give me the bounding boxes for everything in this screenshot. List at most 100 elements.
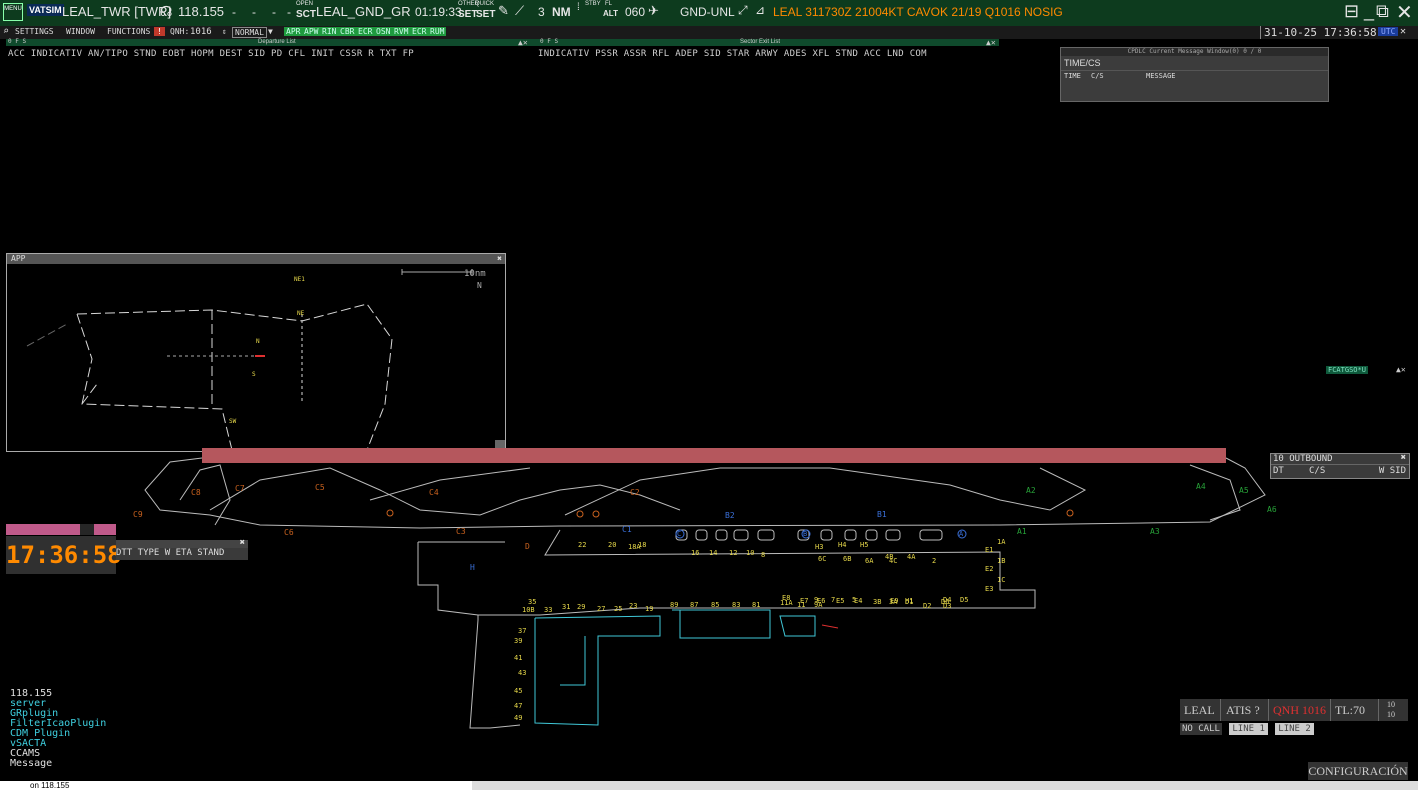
stand-41: 41 (514, 654, 523, 662)
callsign-label[interactable]: LEAL_TWR [TWR] (62, 4, 171, 19)
dash-3[interactable]: - (272, 5, 276, 19)
toolbar-button-7[interactable]: RVM (392, 27, 411, 36)
minimize-icon[interactable]: ⊟ (1344, 1, 1359, 22)
stand-e6: E6 (817, 597, 826, 605)
chevron-down-icon[interactable]: ▼ (268, 27, 273, 36)
stand-h1: H1 (905, 597, 914, 605)
command-line-input[interactable]: on 118.155 (0, 781, 472, 790)
taxiway-a3: A3 (1150, 527, 1160, 536)
gnd-position-label[interactable]: LEAL_GND_GR (316, 4, 411, 19)
session-time: 01:19:33 (415, 5, 462, 19)
dash-2[interactable]: - (252, 5, 256, 19)
tag-filter-collapse-icon[interactable]: ▲✕ (1396, 365, 1406, 374)
stand-35: 35 (528, 598, 537, 606)
app-window-close-icon[interactable]: ✖ (497, 254, 502, 264)
draw-icon[interactable]: ⟋ (515, 3, 524, 19)
stand-87: 87 (690, 601, 699, 609)
functions-menu[interactable]: FUNCTIONS (107, 27, 150, 36)
taxiway-h: H (470, 563, 475, 572)
dash-4[interactable]: - (287, 5, 291, 19)
window-menu[interactable]: WINDOW (66, 27, 95, 36)
plane-icon[interactable]: ✈ (648, 3, 659, 19)
toolbar-button-6[interactable]: OSN (374, 27, 393, 36)
toolbar-button-4[interactable]: CBR (338, 27, 357, 36)
transition-level[interactable]: TL:70 (1335, 703, 1365, 718)
stand-h5: H5 (860, 541, 869, 549)
departure-collapse-icon[interactable]: ▲✕ (518, 38, 528, 47)
arrivals-list: ✖ DTT TYPE W ETA STAND (116, 538, 248, 560)
alt-label[interactable]: ALT (603, 9, 618, 18)
qnh-value[interactable]: 1016 (190, 27, 212, 37)
gnd-unl-label[interactable]: GND-UNL (680, 5, 735, 19)
stand-e4: E4 (854, 597, 863, 605)
atis-divider-2 (1268, 699, 1269, 721)
toolbar-button-9[interactable]: RUM (428, 27, 447, 36)
vatsim-logo: VATSIM (27, 4, 64, 16)
qnh-display[interactable]: QNH 1016 (1273, 703, 1326, 718)
frequency-label[interactable]: 118.155 (178, 4, 224, 19)
runway-config-icon[interactable]: ⤢ (738, 3, 748, 18)
departure-flags[interactable]: 0 F S (8, 38, 26, 45)
mode-select[interactable]: NORMAL (232, 27, 267, 38)
restore-icon[interactable]: ⧉ (1376, 1, 1389, 22)
arrivals-close-icon[interactable]: ✖ (240, 538, 245, 548)
app-scale-label: 10nm (464, 269, 486, 279)
quick-set-button[interactable]: SET (476, 9, 495, 20)
atis-status[interactable]: ATIS ? (1226, 703, 1260, 718)
stand-10b: 10B (522, 606, 535, 614)
altitude-value[interactable]: 060 (625, 5, 645, 19)
cpdlc-title[interactable]: CPDLC Current Message Window(0) 0 / 0 (1061, 48, 1328, 56)
minimize-line-icon[interactable]: _ (1364, 1, 1374, 22)
outbound-close-icon[interactable]: ✖ (1401, 453, 1406, 463)
fix-sw: SW (229, 418, 237, 425)
stand-e9: E9 (890, 597, 899, 605)
plugin-messages: 118.155 server GRplugin FilterIcaoPlugin… (10, 689, 106, 769)
dash-1[interactable]: - (232, 5, 236, 19)
search-icon[interactable]: ⌕ (3, 26, 9, 37)
app-radar-map[interactable] (7, 264, 505, 450)
menu-icon[interactable]: MENU (3, 3, 23, 21)
cpdlc-col-cs: C/S (1091, 72, 1104, 80)
alert-icon[interactable]: ! (154, 27, 165, 36)
runway-21-03[interactable] (202, 448, 1226, 463)
stand-81: 81 (752, 601, 761, 609)
line-1-button[interactable]: LINE 1 (1229, 723, 1268, 735)
toolbar-button-1[interactable]: APR (284, 27, 303, 36)
headset-icon[interactable]: ☊ (160, 3, 172, 20)
metar-text[interactable]: LEAL 311730Z 21004KT CAVOK 21/19 Q1016 N… (773, 5, 1063, 19)
wind-icon[interactable]: ⊿ (755, 3, 765, 17)
arrivals-titlebar[interactable]: ✖ (116, 538, 248, 548)
configuration-button[interactable]: CONFIGURACIÓN (1308, 762, 1408, 780)
stand-e3: E3 (985, 585, 994, 593)
airport-code[interactable]: LEAL (1184, 703, 1215, 718)
pen-icon[interactable]: ✎ (498, 3, 509, 19)
nm-label[interactable]: NM (552, 5, 571, 19)
updown-icon[interactable]: ⇕ (222, 27, 227, 36)
clock-titlebar[interactable] (6, 524, 116, 535)
close-icon[interactable]: ✕ (1396, 0, 1413, 25)
stand-d6: D6 (941, 598, 950, 606)
toolbar-button-5[interactable]: ECR (356, 27, 375, 36)
sector-exit-columns: INDICATIV PSSR ASSR RFL ADEP SID STAR AR… (538, 49, 927, 59)
tag-filter-bar[interactable]: FCATGSO*U (1326, 366, 1368, 374)
menu-label: MENU (4, 6, 22, 12)
taxiway-c7: C7 (235, 484, 245, 493)
outbound-col-wsid: W SID (1378, 466, 1406, 476)
other-set-button[interactable]: SET (458, 9, 477, 20)
sct-label[interactable]: SCT (296, 9, 316, 20)
taxiway-b1: B1 (877, 510, 887, 519)
stand-d2: D2 (923, 602, 932, 610)
toolbar-button-3[interactable]: RIN (320, 27, 339, 36)
quick-label: QUICK (475, 1, 495, 7)
outbound-title[interactable]: 10 OUTBOUND (1273, 454, 1333, 464)
toolbar-button-8[interactable]: ECR (410, 27, 429, 36)
app-window-titlebar[interactable]: APP ✖ (7, 254, 505, 264)
sector-exit-collapse-icon[interactable]: ▲✕ (986, 38, 996, 47)
sector-exit-flags[interactable]: 0 F S (540, 38, 558, 45)
line-2-button[interactable]: LINE 2 (1275, 723, 1314, 735)
utc-clock: 17:36:58 (6, 536, 122, 574)
settings-menu[interactable]: SETTINGS (15, 27, 54, 36)
toolbar-close-icon[interactable]: ✕ (1400, 26, 1406, 37)
app-window: APP ✖ 10nm N NE1 NE N S SW (6, 253, 506, 452)
toolbar-button-2[interactable]: APW (302, 27, 321, 36)
